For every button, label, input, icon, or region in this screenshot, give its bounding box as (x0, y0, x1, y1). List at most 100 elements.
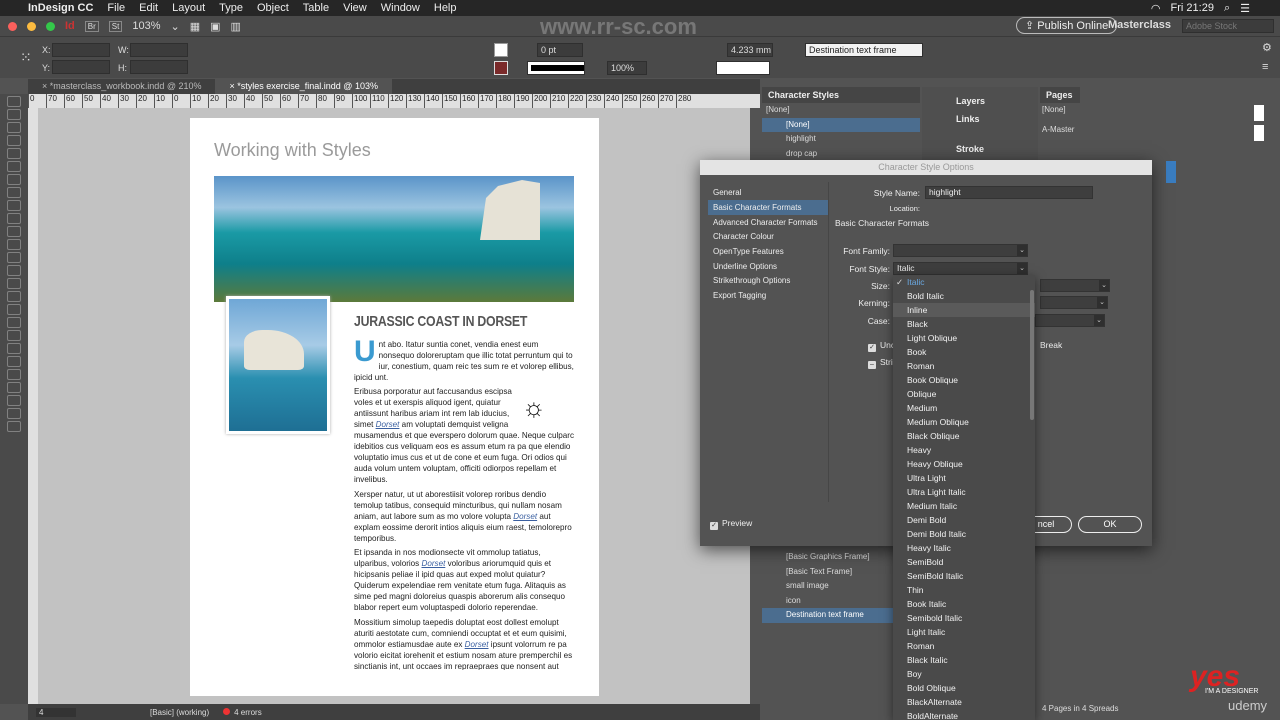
font-style-option[interactable]: Book Oblique (893, 373, 1035, 387)
tool-button-icon[interactable] (7, 369, 21, 380)
gear-icon[interactable]: ⚙ (1262, 41, 1272, 54)
vertical-ruler[interactable] (28, 108, 38, 704)
tool-button-icon[interactable] (7, 304, 21, 315)
preview-checkbox[interactable]: ✓ Preview (710, 518, 752, 530)
dorset-link[interactable]: Dorset (421, 559, 445, 568)
tool-button-icon[interactable] (7, 395, 21, 406)
page-title[interactable]: Working with Styles (214, 140, 371, 161)
font-style-option[interactable]: Thin (893, 583, 1035, 597)
page-thumbnail[interactable] (1166, 161, 1176, 183)
tool-button-icon[interactable] (7, 252, 21, 263)
leading-select[interactable]: ⌄ (1040, 279, 1110, 292)
zoom-level[interactable]: 103% (132, 20, 160, 32)
tool-button-icon[interactable] (7, 226, 21, 237)
font-style-option[interactable]: SemiBold Italic (893, 569, 1035, 583)
font-style-option[interactable]: Light Oblique (893, 331, 1035, 345)
font-style-option[interactable]: Ultra Light Italic (893, 485, 1035, 499)
style-item[interactable]: drop cap (762, 147, 920, 162)
font-style-option[interactable]: Ultra Light (893, 471, 1035, 485)
tool-button-icon[interactable] (7, 265, 21, 276)
stroke-weight-field[interactable]: 0 pt (537, 43, 583, 57)
font-style-option[interactable]: Demi Bold (893, 513, 1035, 527)
menu-file[interactable]: File (107, 2, 125, 14)
font-style-option[interactable]: Heavy (893, 443, 1035, 457)
tool-button-icon[interactable] (7, 200, 21, 211)
stock-icon[interactable]: St (108, 20, 123, 32)
font-style-option[interactable]: Roman (893, 639, 1035, 653)
menu-layout[interactable]: Layout (172, 2, 205, 14)
article-heading[interactable]: JURASSIC COAST IN DORSET (354, 313, 527, 330)
menu-help[interactable]: Help (434, 2, 457, 14)
paragraph-1[interactable]: Unt abo. Itatur suntia conet, vendia ene… (354, 337, 574, 383)
font-style-select[interactable]: Italic ⌄ (893, 262, 1028, 275)
tool-button-icon[interactable] (7, 96, 21, 107)
dorset-link[interactable]: Dorset (376, 420, 400, 429)
position-select[interactable]: ⌄ (1035, 314, 1105, 327)
nav-general[interactable]: General (708, 185, 828, 200)
font-family-select[interactable]: ⌄ (893, 244, 1028, 257)
font-style-option[interactable]: Medium Italic (893, 499, 1035, 513)
paragraph-3[interactable]: Xersper natur, ut ut aborestiisit volore… (354, 489, 574, 544)
adobe-stock-search[interactable]: Adobe Stock (1182, 19, 1274, 33)
tool-button-icon[interactable] (7, 187, 21, 198)
font-style-option[interactable]: Book (893, 345, 1035, 359)
tool-button-icon[interactable] (7, 317, 21, 328)
workspace-switcher[interactable]: Masterclass (1108, 19, 1171, 31)
font-style-option[interactable]: Roman (893, 359, 1035, 373)
font-style-option[interactable]: Bold Italic (893, 289, 1035, 303)
tool-button-icon[interactable] (7, 239, 21, 250)
panel-title[interactable]: Character Styles (762, 87, 920, 103)
font-style-option[interactable]: Book Italic (893, 597, 1035, 611)
style-item[interactable]: [None] (762, 117, 920, 132)
publish-online-button[interactable]: ⇪ Publish Online (1016, 17, 1118, 34)
menu-app[interactable]: InDesign CC (28, 2, 93, 14)
style-item[interactable]: highlight (762, 132, 920, 147)
no-break-label[interactable]: Break (1040, 340, 1062, 350)
master-thumbnail[interactable] (1254, 105, 1264, 121)
master-thumbnail[interactable] (1254, 125, 1264, 141)
tool-button-icon[interactable] (7, 174, 21, 185)
font-style-option[interactable]: Semibold Italic (893, 611, 1035, 625)
stroke-panel-button[interactable]: Stroke (922, 141, 1038, 159)
arrange-documents-icon[interactable]: ▥ (231, 20, 241, 33)
font-style-option[interactable]: SemiBold (893, 555, 1035, 569)
font-style-option[interactable]: Light Italic (893, 625, 1035, 639)
menu-table[interactable]: Table (303, 2, 329, 14)
clock[interactable]: Fri 21:29 (1171, 2, 1214, 15)
close-window-button[interactable] (8, 21, 17, 31)
font-style-option[interactable]: Black Oblique (893, 429, 1035, 443)
font-style-option[interactable]: Black (893, 317, 1035, 331)
stroke-swatch[interactable] (494, 61, 508, 75)
reference-point-icon[interactable]: ⁙ (20, 49, 32, 66)
tracking-select[interactable]: ⌄ (1040, 296, 1108, 309)
tab-styles-exercise[interactable]: × *styles exercise_final.indd @ 103% (215, 79, 392, 94)
w-field[interactable] (130, 43, 188, 57)
ok-button[interactable]: OK (1078, 516, 1142, 533)
font-style-option[interactable]: Heavy Oblique (893, 457, 1035, 471)
fill-swatch[interactable] (494, 43, 508, 57)
strikethrough-checkbox[interactable]: – Stri (868, 357, 893, 369)
search-icon[interactable]: ⌕ (1224, 2, 1230, 15)
links-panel-button[interactable]: Links (922, 111, 1038, 129)
menu-edit[interactable]: Edit (139, 2, 158, 14)
nav-strikethrough-options[interactable]: Strikethrough Options (708, 273, 828, 288)
screen-mode-icon[interactable]: ▣ (210, 20, 220, 33)
font-style-option[interactable]: Black Italic (893, 653, 1035, 667)
y-field[interactable] (52, 60, 110, 74)
wifi-icon[interactable]: ◠ (1151, 2, 1161, 15)
font-style-option[interactable]: Bold Oblique (893, 681, 1035, 695)
font-style-option[interactable]: Inline (893, 303, 1035, 317)
tool-button-icon[interactable] (7, 122, 21, 133)
dorset-link[interactable]: Dorset (465, 640, 489, 649)
horizontal-ruler[interactable]: 0 70 60 50 40 30 20 10 0 10 20 30 40 50 60 70 80 90 100 110… (28, 94, 760, 108)
tool-button-icon[interactable] (7, 356, 21, 367)
font-style-option[interactable]: Medium (893, 401, 1035, 415)
minimize-window-button[interactable] (27, 21, 36, 31)
tool-button-icon[interactable] (7, 343, 21, 354)
tool-button-icon[interactable] (7, 109, 21, 120)
font-style-option[interactable]: Medium Oblique (893, 415, 1035, 429)
nav-character-colour[interactable]: Character Colour (708, 229, 828, 244)
h-field[interactable] (130, 60, 188, 74)
preflight-profile[interactable]: [Basic] (working) (150, 708, 209, 717)
view-options-icon[interactable]: ▦ (190, 20, 200, 33)
